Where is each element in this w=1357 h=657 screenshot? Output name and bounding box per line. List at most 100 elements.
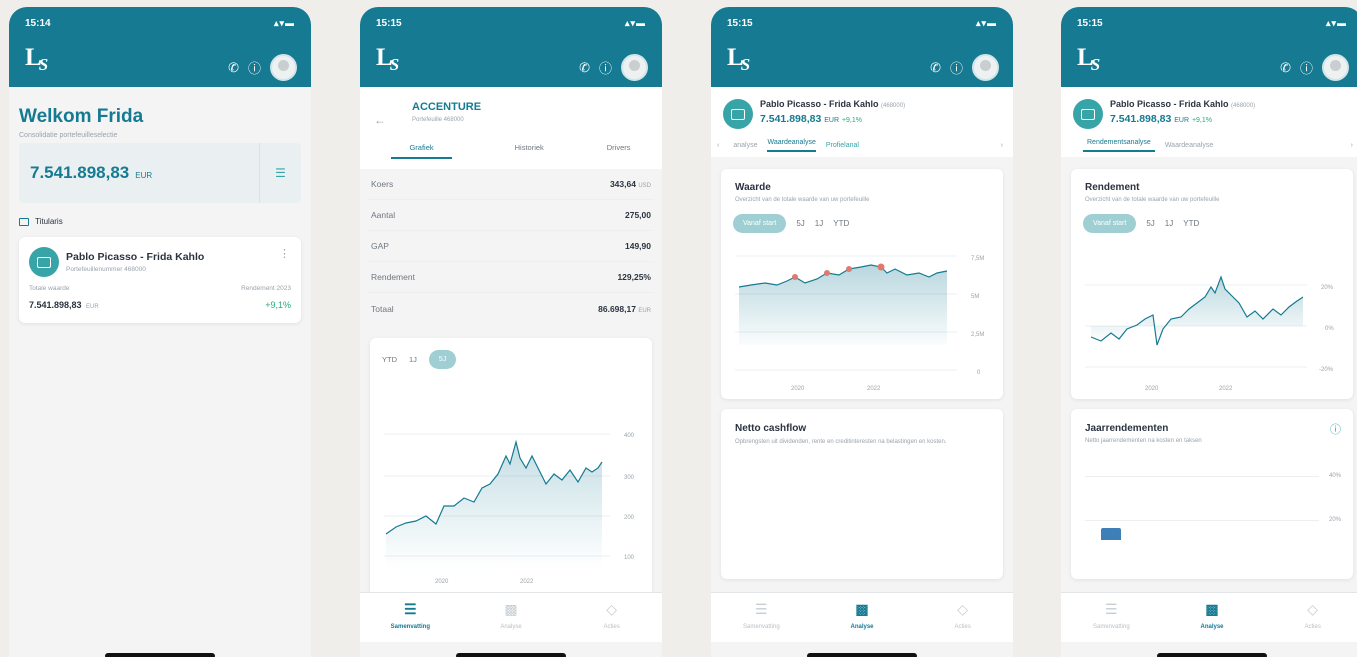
help-icon[interactable]: ⓘ — [599, 58, 612, 77]
total-amount: 7.541.898,83 — [30, 163, 130, 182]
phone-screen-value-analysis: 15:15 ▴▾▬ LS ✆ ⓘ Pablo Picasso - Frida K… — [711, 7, 1013, 657]
gridline — [1085, 520, 1319, 521]
avatar[interactable] — [1322, 54, 1349, 81]
portfolio-id: (468000) — [881, 103, 906, 109]
scroll-right-icon[interactable]: › — [1001, 142, 1013, 149]
portfolio-return: +9,1% — [265, 300, 291, 310]
folder-icon — [19, 217, 29, 226]
stock-title: ACCENTURE — [412, 101, 482, 113]
total-value-box: 7.541.898,83 EUR ☰ — [19, 143, 301, 203]
row-value: 129,25% — [617, 272, 651, 282]
nav-analyse[interactable]: ▩ Analyse — [461, 593, 562, 642]
nav-label: Analyse — [850, 624, 874, 630]
tab-drivers[interactable]: Drivers — [607, 143, 631, 159]
app-header: 15:15 ▴▾▬ LS ✆ ⓘ — [1061, 7, 1357, 87]
phone-icon[interactable]: ✆ — [579, 60, 590, 76]
avatar[interactable] — [972, 54, 999, 81]
price-chart: 400 300 200 100 2020 2022 — [384, 433, 635, 585]
bottom-nav: ☰ Samenvatting ▩ Analyse ◇ Acties — [1061, 592, 1357, 642]
value-area — [739, 265, 947, 345]
phone-screen-return-analysis: 15:15 ▴▾▬ LS ✆ ⓘ Pablo Picasso - Frida K… — [1061, 7, 1357, 657]
sliders-icon: ☰ — [275, 166, 286, 180]
avatar[interactable] — [621, 54, 648, 81]
list-icon: ☰ — [404, 601, 417, 617]
portfolio-name: Pablo Picasso - Frida Kahlo — [66, 251, 205, 263]
row-value: 343,64 — [609, 179, 636, 189]
section-label: Titularis — [35, 217, 63, 226]
value-chart-card: Waarde Overzicht van de totale waarde va… — [721, 169, 1003, 399]
portfolio-currency: EUR — [824, 117, 840, 124]
portfolio-amount: 7.541.898,83 — [760, 113, 822, 125]
y-tick-label: 300 — [624, 475, 635, 481]
detail-row: Aantal 275,00 — [368, 200, 654, 231]
home-indicator — [807, 653, 917, 657]
filter-button[interactable]: ☰ — [259, 143, 301, 203]
status-icons: ▴▾▬ — [1325, 18, 1347, 28]
app-header: 15:15 ▴▾▬ LS ✆ ⓘ — [360, 7, 662, 87]
status-time: 15:15 — [376, 18, 402, 29]
tab-historiek[interactable]: Historiek — [515, 143, 544, 159]
value-label: Totale waarde — [29, 285, 70, 292]
home-indicator — [1157, 653, 1267, 657]
y-tick-label: 100 — [624, 555, 635, 561]
phone-icon[interactable]: ✆ — [1280, 60, 1291, 76]
help-icon[interactable]: ⓘ — [248, 58, 261, 77]
tab-rendementsanalyse[interactable]: Rendementsanalyse — [1083, 139, 1155, 152]
nav-acties[interactable]: ◇ Acties — [1262, 593, 1357, 642]
chart-icon: ▩ — [855, 601, 869, 617]
more-icon[interactable]: ⋮ — [279, 247, 290, 260]
nav-label: Acties — [603, 624, 620, 630]
app-logo[interactable]: LS — [376, 44, 402, 74]
y-tick-label: 20% — [1328, 517, 1341, 523]
tab-analyse[interactable]: analyse — [733, 142, 757, 149]
list-icon: ☰ — [755, 601, 768, 617]
tab-waardeanalyse[interactable]: Waardeanalyse — [767, 139, 816, 152]
nav-analyse[interactable]: ▩ Analyse — [1162, 593, 1263, 642]
phone-icon[interactable]: ✆ — [930, 60, 941, 76]
row-label: Aantal — [371, 210, 396, 220]
y-tick-label: 2,5M — [971, 332, 984, 338]
card-title: Jaarrendementen — [1085, 423, 1169, 434]
x-tick-label: 2022 — [1219, 386, 1233, 392]
detail-row: Koers 343,64 USD — [368, 169, 654, 200]
phone-screen-stock-detail: 15:15 ▴▾▬ LS ✆ ⓘ ← ACCENTURE Portefeuill… — [360, 7, 662, 657]
tab-waardeanalyse[interactable]: Waardeanalyse — [1165, 142, 1213, 149]
nav-samenvatting[interactable]: ☰ Samenvatting — [1061, 593, 1162, 642]
nav-label: Acties — [954, 624, 971, 630]
y-tick-label: 20% — [1321, 285, 1334, 291]
nav-samenvatting[interactable]: ☰ Samenvatting — [711, 593, 812, 642]
nav-acties[interactable]: ◇ Acties — [912, 593, 1013, 642]
app-logo[interactable]: LS — [1077, 44, 1103, 74]
y-tick-label: 0 — [977, 370, 981, 376]
portfolio-card[interactable]: Pablo Picasso - Frida Kahlo Portefeuille… — [19, 237, 301, 323]
nav-label: Samenvatting — [1092, 624, 1130, 630]
nav-acties[interactable]: ◇ Acties — [561, 593, 662, 642]
scroll-left-icon[interactable]: ‹ — [711, 142, 733, 149]
phone-icon[interactable]: ✆ — [228, 60, 239, 76]
app-logo[interactable]: LS — [25, 44, 51, 74]
nav-samenvatting[interactable]: ☰ Samenvatting — [360, 593, 461, 642]
scroll-right-icon[interactable]: › — [1351, 142, 1357, 149]
chart-icon: ▩ — [1205, 601, 1219, 617]
app-logo[interactable]: LS — [727, 44, 753, 74]
tab-profielanalyse[interactable]: Profielanal — [826, 142, 859, 149]
diamond-icon: ◇ — [957, 601, 969, 617]
page-title: Welkom Frida — [19, 106, 144, 127]
avatar[interactable] — [270, 54, 297, 81]
home-indicator — [105, 653, 215, 657]
back-arrow-icon[interactable]: ← — [374, 113, 386, 127]
detail-row: Totaal 86.698,17 EUR — [368, 293, 654, 324]
x-tick-label: 2020 — [435, 579, 449, 585]
row-value: 149,90 — [625, 241, 651, 251]
tab-grafiek[interactable]: Grafiek — [391, 143, 452, 159]
help-icon[interactable]: ⓘ — [1300, 58, 1313, 77]
help-icon[interactable]: ⓘ — [1330, 421, 1341, 437]
status-icons: ▴▾▬ — [273, 18, 295, 28]
value-chart: 7,5M 5M 2,5M 0 2020 2022 — [735, 255, 984, 392]
portfolio-icon — [723, 99, 753, 129]
help-icon[interactable]: ⓘ — [950, 58, 963, 77]
nav-analyse[interactable]: ▩ Analyse — [812, 593, 913, 642]
portfolio-icon — [29, 247, 59, 277]
card-subtitle: Netto jaarrendementen na kosten en takse… — [1085, 438, 1202, 444]
row-label: GAP — [371, 241, 389, 251]
